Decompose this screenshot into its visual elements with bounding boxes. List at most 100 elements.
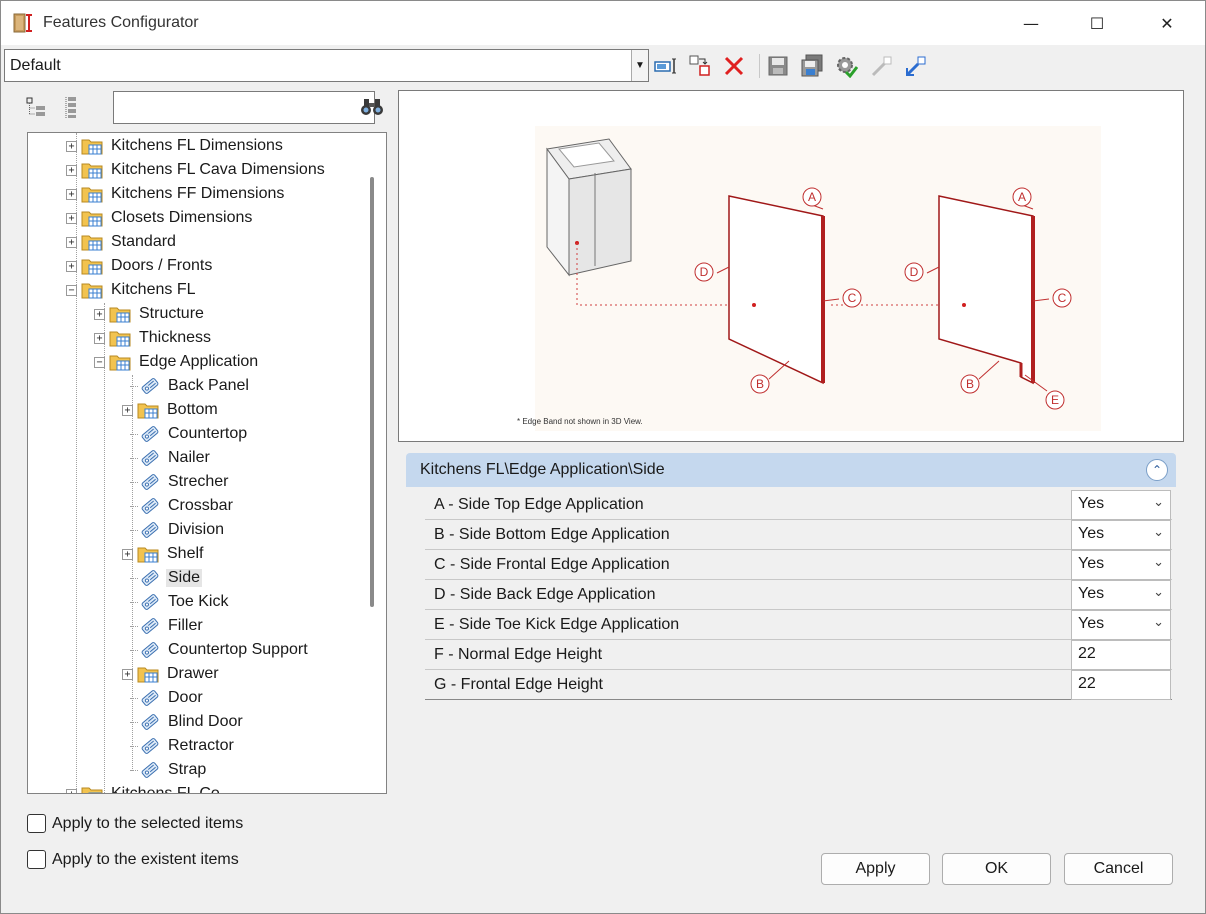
property-label: C - Side Frontal Edge Application	[434, 556, 670, 573]
property-select[interactable]: Yes ⌄	[1071, 490, 1171, 520]
cancel-button[interactable]: Cancel	[1064, 853, 1173, 885]
tree-item[interactable]: Back Panel	[130, 375, 251, 397]
tree-scrollbar[interactable]	[370, 177, 374, 607]
tree-item[interactable]: + Kitchens FL Co...	[66, 783, 235, 793]
expand-icon[interactable]: +	[66, 260, 77, 272]
tag-icon	[138, 472, 166, 492]
tree-item[interactable]: + Drawer	[122, 663, 221, 685]
tree-search-input[interactable]	[113, 91, 375, 124]
expand-icon[interactable]: +	[122, 668, 133, 680]
folder-icon	[81, 232, 109, 252]
marker-d-1: D	[694, 262, 714, 282]
expand-icon[interactable]: +	[66, 788, 77, 793]
tree-item-label: Closets Dimensions	[111, 209, 253, 226]
collapse-icon[interactable]: −	[94, 356, 105, 368]
tree-item[interactable]: Countertop	[130, 423, 249, 445]
ok-button[interactable]: OK	[942, 853, 1051, 885]
tree-item[interactable]: + Structure	[94, 303, 206, 325]
chevron-down-icon[interactable]: ⌄	[1153, 585, 1164, 600]
collapse-icon[interactable]: −	[66, 284, 77, 296]
property-input[interactable]: 22	[1071, 670, 1171, 700]
new-profile-icon[interactable]	[687, 53, 713, 79]
tree-item[interactable]: Side	[130, 567, 203, 589]
tree-item[interactable]: Blind Door	[130, 711, 245, 733]
property-select[interactable]: Yes ⌄	[1071, 550, 1171, 580]
expand-icon[interactable]: +	[66, 164, 77, 176]
chevron-down-icon[interactable]: ⌄	[1153, 615, 1164, 630]
expand-icon[interactable]: +	[122, 404, 133, 416]
property-value: Yes	[1078, 495, 1105, 512]
import-icon[interactable]	[869, 53, 895, 79]
expand-icon[interactable]: +	[66, 212, 77, 224]
chevron-down-icon[interactable]: ⌄	[1153, 525, 1164, 540]
tree-item[interactable]: − Edge Application	[94, 351, 260, 373]
tree-item[interactable]: + Kitchens FL Dimensions	[66, 135, 285, 157]
tree-item[interactable]: Crossbar	[130, 495, 235, 517]
tree-connector	[130, 721, 138, 723]
tree-item[interactable]: Strecher	[130, 471, 230, 493]
tree-item[interactable]: Retractor	[130, 735, 236, 757]
tree-item[interactable]: Division	[130, 519, 226, 541]
settings-check-icon[interactable]	[833, 53, 859, 79]
tree-item[interactable]: Door	[130, 687, 205, 709]
collapse-up-icon[interactable]: ⌃	[1146, 459, 1168, 481]
property-input[interactable]: 22	[1071, 640, 1171, 670]
export-icon[interactable]	[903, 53, 929, 79]
properties-path: Kitchens FL\Edge Application\Side	[420, 461, 665, 478]
expand-all-icon[interactable]	[25, 96, 47, 122]
tree-item[interactable]: + Doors / Fronts	[66, 255, 214, 277]
tree-item[interactable]: + Thickness	[94, 327, 213, 349]
feature-tree[interactable]: + Kitchens FL Dimensions + Kitchens FL Cava…	[27, 132, 387, 794]
property-select[interactable]: Yes ⌄	[1071, 580, 1171, 610]
save-as-icon[interactable]	[799, 53, 825, 79]
features-configurator-window: Features Configurator — ☐ ✕ Default ▼ + …	[0, 0, 1206, 914]
property-label: D - Side Back Edge Application	[434, 586, 656, 603]
expand-icon[interactable]: +	[66, 236, 77, 248]
tree-item[interactable]: + Bottom	[122, 399, 220, 421]
tree-item[interactable]: − Kitchens FL	[66, 279, 197, 301]
tree-item[interactable]: Filler	[130, 615, 205, 637]
expand-icon[interactable]: +	[66, 140, 77, 152]
marker-e-2: E	[1045, 390, 1065, 410]
tree-item[interactable]: Nailer	[130, 447, 212, 469]
tree-item[interactable]: Toe Kick	[130, 591, 230, 613]
collapse-all-icon[interactable]	[61, 96, 83, 122]
expand-icon[interactable]: +	[94, 332, 105, 344]
chevron-down-icon[interactable]: ⌄	[1153, 495, 1164, 510]
property-select[interactable]: Yes ⌄	[1071, 610, 1171, 640]
maximize-button[interactable]: ☐	[1063, 1, 1131, 45]
expand-icon[interactable]: +	[94, 308, 105, 320]
chevron-down-icon[interactable]: ⌄	[1153, 555, 1164, 570]
apply-selected-checkbox-row[interactable]: Apply to the selected items	[27, 814, 243, 833]
tree-item[interactable]: + Standard	[66, 231, 178, 253]
tree-item-label: Bottom	[167, 401, 218, 418]
save-icon[interactable]	[765, 53, 791, 79]
tree-item[interactable]: + Closets Dimensions	[66, 207, 254, 229]
close-button[interactable]: ✕	[1133, 1, 1201, 45]
property-select[interactable]: Yes ⌄	[1071, 520, 1171, 550]
tree-item-label: Back Panel	[168, 377, 249, 394]
profile-select[interactable]: Default ▼	[4, 49, 649, 82]
rename-icon[interactable]	[653, 53, 679, 79]
tree-item[interactable]: Strap	[130, 759, 208, 781]
delete-icon[interactable]	[721, 53, 747, 79]
apply-selected-checkbox[interactable]	[27, 814, 46, 833]
binoculars-search-icon[interactable]	[360, 95, 384, 123]
tree-item[interactable]: + Kitchens FL Cava Dimensions	[66, 159, 327, 181]
tree-item[interactable]: Countertop Support	[130, 639, 310, 661]
marker-b-1: B	[750, 374, 770, 394]
tree-toolbar	[23, 91, 389, 125]
tree-item[interactable]: + Shelf	[122, 543, 205, 565]
tree-connector	[130, 625, 138, 627]
minimize-button[interactable]: —	[997, 1, 1065, 45]
tree-item[interactable]: + Kitchens FF Dimensions	[66, 183, 286, 205]
expand-icon[interactable]: +	[122, 548, 133, 560]
apply-existent-checkbox-row[interactable]: Apply to the existent items	[27, 850, 239, 869]
expand-icon[interactable]: +	[66, 188, 77, 200]
apply-button[interactable]: Apply	[821, 853, 930, 885]
preview-image: A D C B A D C B E * Edge Band not shown …	[398, 90, 1184, 442]
chevron-down-icon[interactable]: ▼	[631, 50, 648, 81]
tree-item-label: Toe Kick	[168, 593, 229, 610]
apply-existent-checkbox[interactable]	[27, 850, 46, 869]
tree-connector	[130, 577, 138, 579]
